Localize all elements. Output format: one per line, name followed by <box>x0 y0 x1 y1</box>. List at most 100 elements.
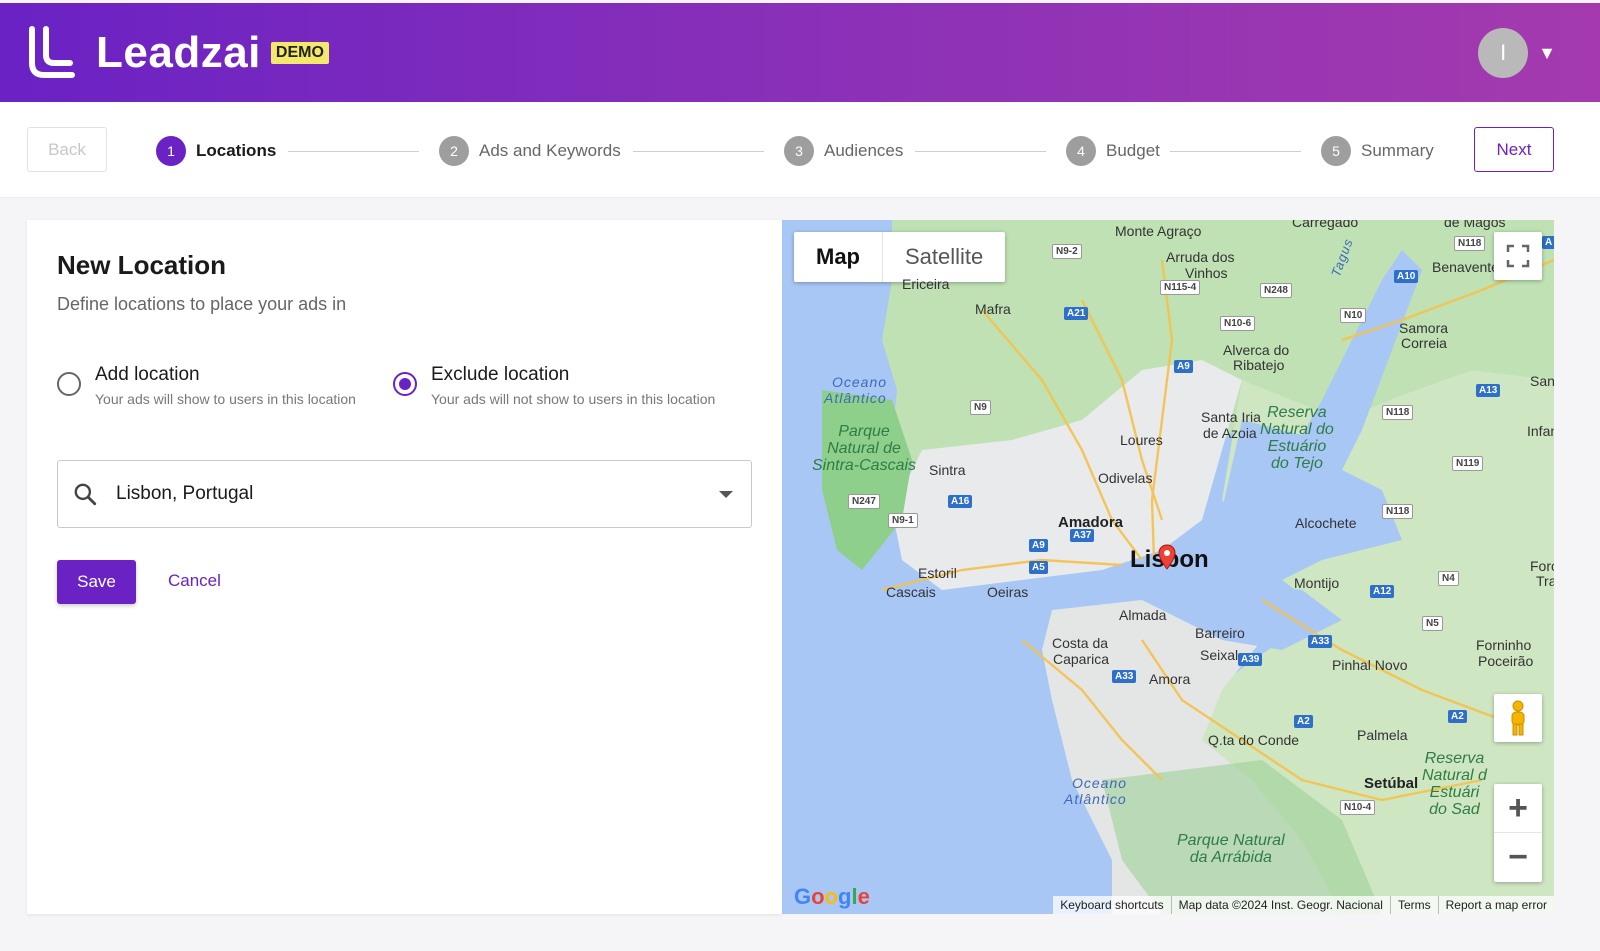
map-place-label: Sintra <box>929 462 966 478</box>
add-location-radio[interactable] <box>57 372 81 396</box>
step-label: Budget <box>1106 141 1160 160</box>
map-place-label: Benavente <box>1432 259 1499 275</box>
location-search-input[interactable]: Lisbon, Portugal <box>57 460 752 528</box>
search-value[interactable]: Lisbon, Portugal <box>116 483 719 505</box>
zoom-in-button[interactable]: + <box>1494 784 1542 833</box>
map-place-label: Santa Iria <box>1201 409 1261 425</box>
avatar[interactable]: I <box>1478 28 1529 78</box>
street-view-button[interactable] <box>1494 694 1542 742</box>
keyboard-shortcuts-link[interactable]: Keyboard shortcuts <box>1053 896 1170 914</box>
map-type-map-button[interactable]: Map <box>794 232 883 282</box>
location-pin-icon[interactable] <box>1158 544 1176 570</box>
caret-down-icon[interactable]: ▼ <box>1538 43 1556 64</box>
terms-link[interactable]: Terms <box>1389 896 1438 914</box>
road-badge: A16 <box>948 495 973 508</box>
road-badge: N118 <box>1382 405 1414 420</box>
back-button[interactable]: Back <box>27 127 107 172</box>
step-number: 5 <box>1321 136 1351 166</box>
map-place-label: Mafra <box>975 301 1011 317</box>
map-place-label: Caparica <box>1053 651 1110 667</box>
map-park-label: Parque Natural de Sintra-Cascais <box>812 423 917 474</box>
step-number: 1 <box>156 136 186 166</box>
map-place-label: Vinhos <box>1185 265 1228 281</box>
road-badge: A5 <box>1029 561 1048 574</box>
map-water-label: Atlântico <box>1064 791 1127 807</box>
brand[interactable]: Leadzai DEMO <box>26 25 329 81</box>
google-logo: Google <box>794 884 870 909</box>
step-number: 4 <box>1066 136 1096 166</box>
map-park-label: Reserva Natural d Estuári do Sad <box>1422 750 1487 818</box>
map-place-label: Foros <box>1530 558 1554 574</box>
map-place-label: Ribatejo <box>1233 357 1285 373</box>
map-place-label: Samora <box>1399 320 1449 336</box>
road-badge: A39 <box>1238 653 1263 666</box>
step-summary[interactable]: 5 Summary <box>1321 136 1434 166</box>
step-number: 2 <box>439 136 469 166</box>
step-connector <box>633 151 764 152</box>
report-error-link[interactable]: Report a map error <box>1437 896 1554 914</box>
brand-name: Leadzai <box>96 27 261 77</box>
road-badge: A9 <box>1029 539 1048 552</box>
map-place-label: Palmela <box>1357 727 1408 743</box>
user-menu[interactable]: I ▼ <box>1478 28 1556 78</box>
step-audiences[interactable]: 3 Audiences <box>784 136 903 166</box>
road-badge: A10 <box>1394 270 1419 283</box>
road-badge: N4 <box>1438 571 1459 586</box>
exclude-location-option[interactable]: Exclude location Your ads will not show … <box>393 364 715 407</box>
map-place-label: Alcochete <box>1295 515 1357 531</box>
dropdown-arrow-icon[interactable] <box>719 490 733 498</box>
road-badge: A12 <box>1370 585 1395 598</box>
step-connector <box>288 151 419 152</box>
map-water-label: Atlântico <box>824 390 887 406</box>
map-place-label: Costa da <box>1052 635 1109 651</box>
road-badge: N9-2 <box>1052 244 1082 259</box>
road-badge: A13 <box>1476 384 1501 397</box>
road-badge: N10-4 <box>1340 800 1376 815</box>
map-place-label: Setúbal <box>1364 775 1419 792</box>
map-place-label: Odivelas <box>1098 470 1153 486</box>
step-connector <box>915 151 1046 152</box>
map-place-label: Correia <box>1401 335 1447 351</box>
map-park-label: Parque Natural da Arrábida <box>1177 832 1285 866</box>
road-badge: N9-1 <box>888 513 918 528</box>
save-button[interactable]: Save <box>57 560 136 604</box>
exclude-location-desc: Your ads will not show to users in this … <box>431 391 716 407</box>
road-badge: A2 <box>1294 715 1313 728</box>
step-label: Locations <box>196 141 277 160</box>
road-badge: N10 <box>1340 308 1367 323</box>
step-locations[interactable]: 1 Locations <box>156 136 276 166</box>
panel-subtitle: Define locations to place your ads in <box>57 294 347 314</box>
map-place-label: Alverca do <box>1223 342 1290 358</box>
add-location-desc: Your ads will show to users in this loca… <box>95 391 356 407</box>
road-badge: N5 <box>1422 616 1443 631</box>
fullscreen-button[interactable] <box>1494 232 1542 280</box>
map-place-label: Estoril <box>918 565 957 581</box>
road-badge: A9 <box>1174 360 1193 373</box>
pegman-icon <box>1511 700 1525 736</box>
step-label: Audiences <box>824 141 904 160</box>
leadzai-logo-icon <box>29 25 75 78</box>
step-budget[interactable]: 4 Budget <box>1066 136 1160 166</box>
road-badge: A33 <box>1112 670 1137 683</box>
road-badge: A33 <box>1308 635 1333 648</box>
map-place-label: Amora <box>1149 671 1191 687</box>
wizard-stepper: Back 1 Locations 2 Ads and Keywords 3 Au… <box>0 102 1600 198</box>
road-badge: N115-4 <box>1160 280 1201 295</box>
step-ads-and-keywords[interactable]: 2 Ads and Keywords <box>439 136 621 166</box>
demo-badge: DEMO <box>270 41 329 64</box>
map-place-label: Monte Agraço <box>1115 223 1202 239</box>
map-view[interactable]: Map Satellite Monte Agraço Carregado de … <box>782 220 1554 914</box>
next-button[interactable]: Next <box>1474 127 1554 172</box>
map-place-label: Montijo <box>1294 575 1340 591</box>
map-place-label: Oeiras <box>987 584 1029 600</box>
map-place-label: Santo E <box>1530 373 1554 389</box>
cancel-button[interactable]: Cancel <box>168 571 221 591</box>
panel-title: New Location <box>57 250 227 280</box>
road-badge: A <box>1542 236 1554 249</box>
map-place-label: Cascais <box>886 584 936 600</box>
zoom-out-button[interactable]: − <box>1494 833 1542 882</box>
map-type-satellite-button[interactable]: Satellite <box>883 232 1005 282</box>
add-location-option[interactable]: Add location Your ads will show to users… <box>57 364 356 407</box>
map-place-label: de Magos <box>1444 220 1506 230</box>
exclude-location-radio[interactable] <box>393 372 417 396</box>
